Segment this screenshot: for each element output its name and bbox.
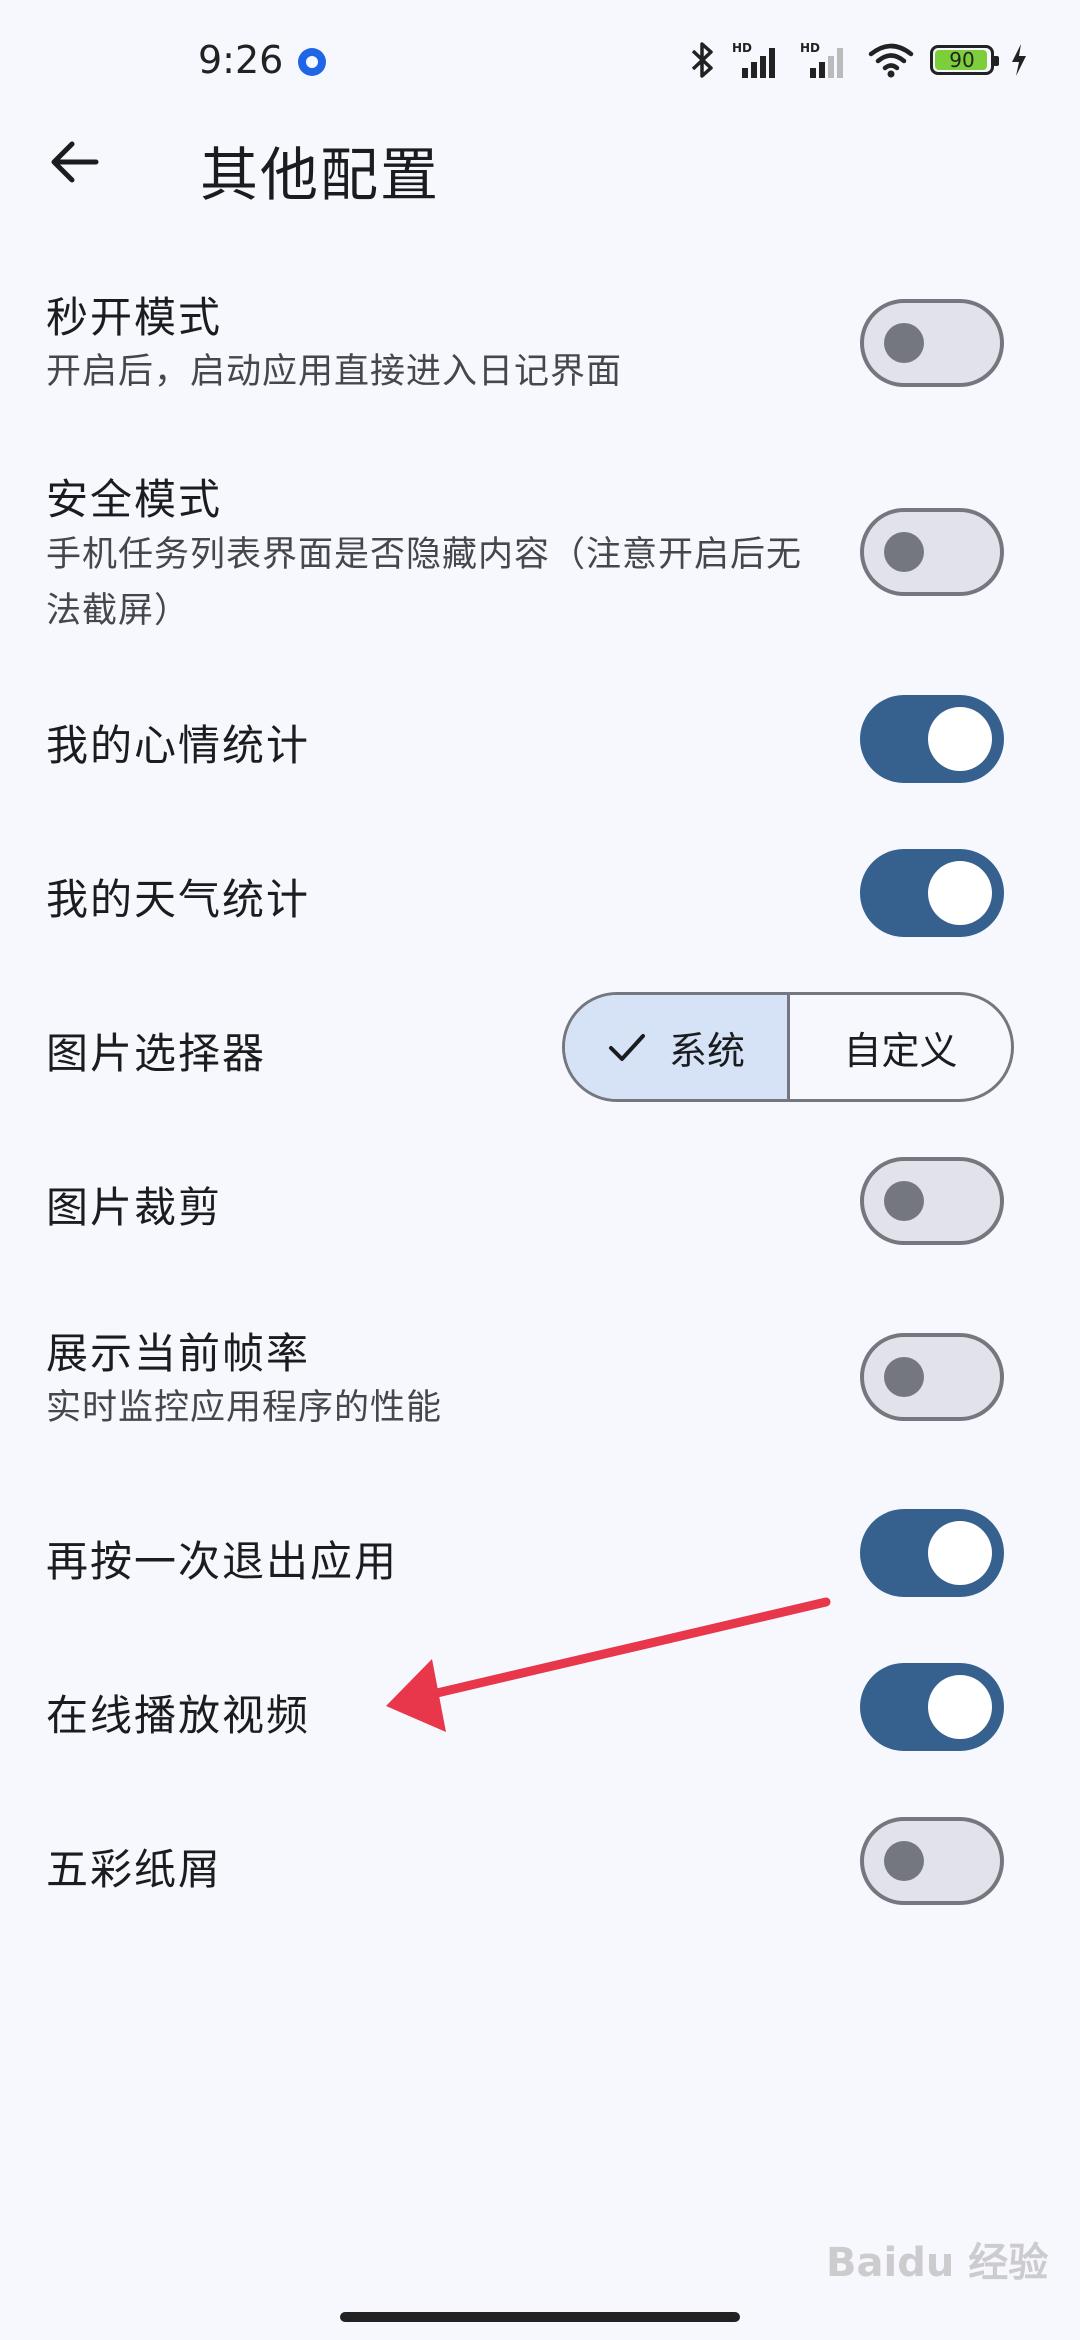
watermark: Baidu 经验 (826, 2240, 1049, 2286)
settings-screen: 9:26 HD HD 90 其他配置 秒开模式 开启后，启动应用直接进入日记界面… (0, 0, 1080, 2340)
annotation-arrow (386, 1597, 831, 1732)
gesture-nav-handle[interactable] (340, 2312, 740, 2322)
